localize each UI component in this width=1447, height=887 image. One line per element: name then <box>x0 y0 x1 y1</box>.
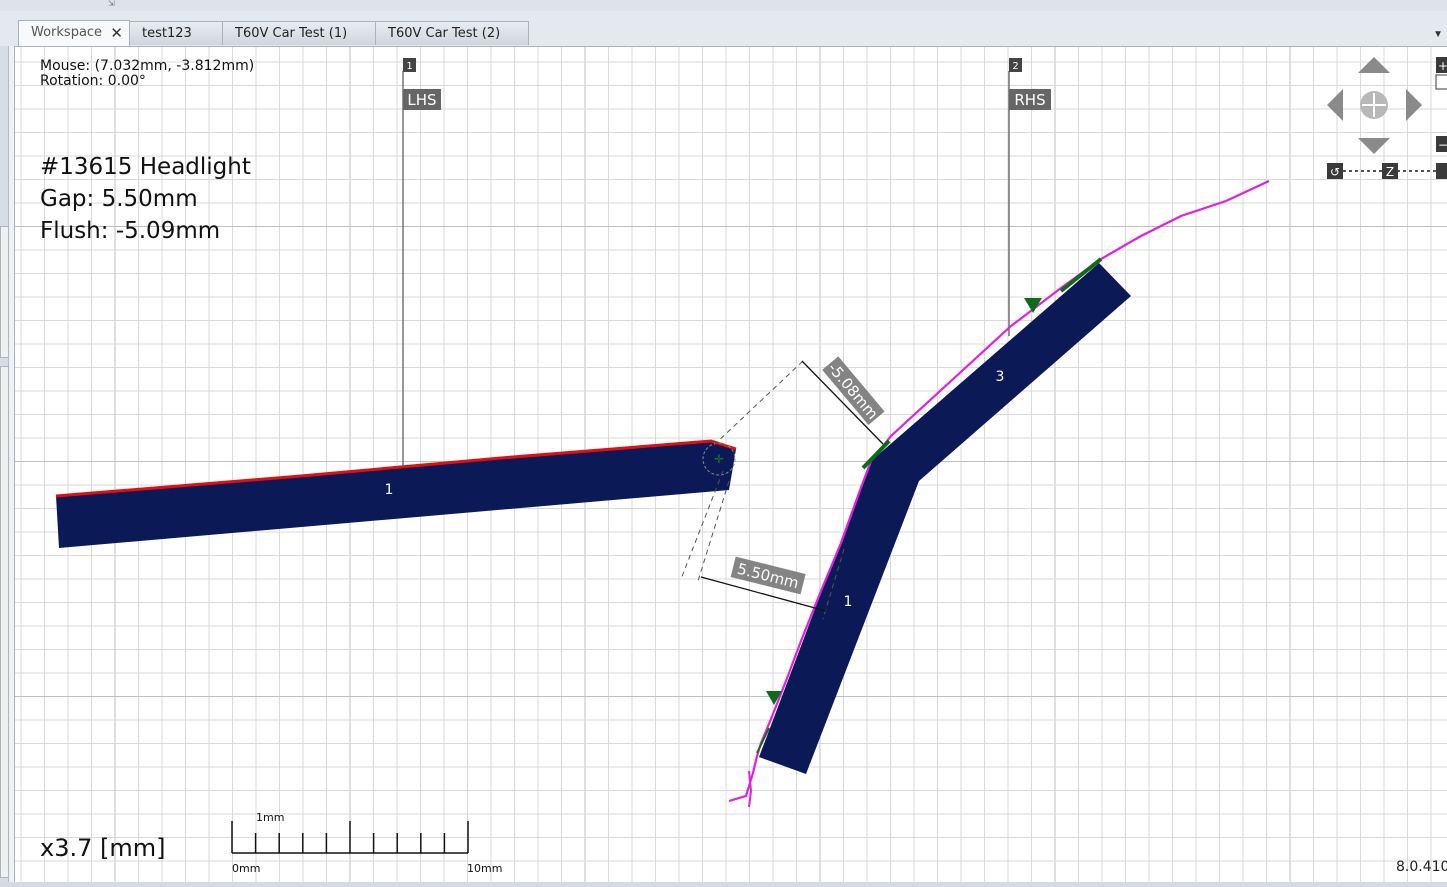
rhs-marker[interactable]: 2 RHS <box>1009 58 1051 110</box>
right-part-profile[interactable] <box>759 263 1131 774</box>
scale-unit-label: 1mm <box>256 811 284 824</box>
scale-start-label: 0mm <box>232 862 260 875</box>
navigation-control: ↺ Z + − <box>1327 57 1447 179</box>
mouse-position: Mouse: (7.032mm, -3.812mm) <box>40 58 255 74</box>
side-panel-tab[interactable] <box>0 366 9 878</box>
tab-test123[interactable]: test123 <box>129 21 223 45</box>
svg-text:−: − <box>1438 138 1447 152</box>
part-number-label: 1 <box>844 594 853 610</box>
svg-text:Z: Z <box>1386 165 1394 179</box>
measurement-canvas[interactable]: ✛ -5.08mm 5.50mm 1 1 3 1 LHS 2 RHS 1mm 0… <box>14 46 1447 883</box>
scale-end-label: 10mm <box>467 862 502 875</box>
side-panel-tab[interactable] <box>0 226 9 358</box>
tab-workspace[interactable]: Workspace ✕ <box>18 20 130 46</box>
scale-bar: 1mm 0mm 10mm <box>231 811 502 875</box>
pan-right-icon[interactable] <box>1406 89 1422 121</box>
measurement-title: #13615 Headlight <box>40 154 251 180</box>
tab-t60v-car-test-1[interactable]: T60V Car Test (1) <box>222 21 376 45</box>
tab-overflow-icon[interactable]: ▼ <box>1433 29 1443 40</box>
pan-up-icon[interactable] <box>1358 57 1390 73</box>
mouse-readout: Mouse: (7.032mm, -3.812mm) Rotation: 0.0… <box>40 59 254 89</box>
version-label: 8.0.410 <box>1396 859 1447 875</box>
menu-icon[interactable] <box>1435 74 1447 90</box>
close-icon[interactable]: ✕ <box>110 21 123 45</box>
tab-label: T60V Car Test (2) <box>388 26 501 41</box>
gap-value: Gap: 5.50mm <box>40 186 198 212</box>
measurement-summary: #13615 Headlight Gap: 5.50mm Flush: -5.0… <box>40 151 251 247</box>
part-number-label: 3 <box>996 369 1005 385</box>
rotate-right-icon[interactable] <box>1436 163 1447 179</box>
svg-text:1: 1 <box>406 61 412 72</box>
pan-left-icon[interactable] <box>1327 89 1343 121</box>
flush-construction-line <box>713 360 804 446</box>
status-bar <box>0 882 1447 887</box>
tab-label: Workspace <box>31 25 103 40</box>
rotation-value: Rotation: 0.00° <box>40 73 146 89</box>
tab-label: T60V Car Test (1) <box>235 26 348 41</box>
pan-down-icon[interactable] <box>1358 138 1390 154</box>
svg-text:LHS: LHS <box>407 91 436 109</box>
flush-value: Flush: -5.09mm <box>40 218 221 244</box>
zoom-level: x3.7 [mm] <box>40 834 166 862</box>
svg-text:2: 2 <box>1012 61 1018 72</box>
tab-t60v-car-test-2[interactable]: T60V Car Test (2) <box>375 21 529 45</box>
panel-grip-icon[interactable]: ⇲ <box>108 0 118 8</box>
part-number-label: 1 <box>385 482 394 498</box>
move-center-icon[interactable] <box>1360 91 1388 119</box>
document-tab-strip: Workspace ✕ test123 T60V Car Test (1) T6… <box>0 11 1447 46</box>
tab-label: test123 <box>142 26 192 41</box>
svg-text:RHS: RHS <box>1014 91 1045 109</box>
svg-text:5.50mm: 5.50mm <box>735 560 800 593</box>
edge-point-icon: ✛ <box>714 452 724 466</box>
svg-text:↺: ↺ <box>1330 165 1340 179</box>
lhs-marker[interactable]: 1 LHS <box>403 58 441 110</box>
side-panel-edge <box>0 46 9 887</box>
svg-text:+: + <box>1438 59 1447 73</box>
